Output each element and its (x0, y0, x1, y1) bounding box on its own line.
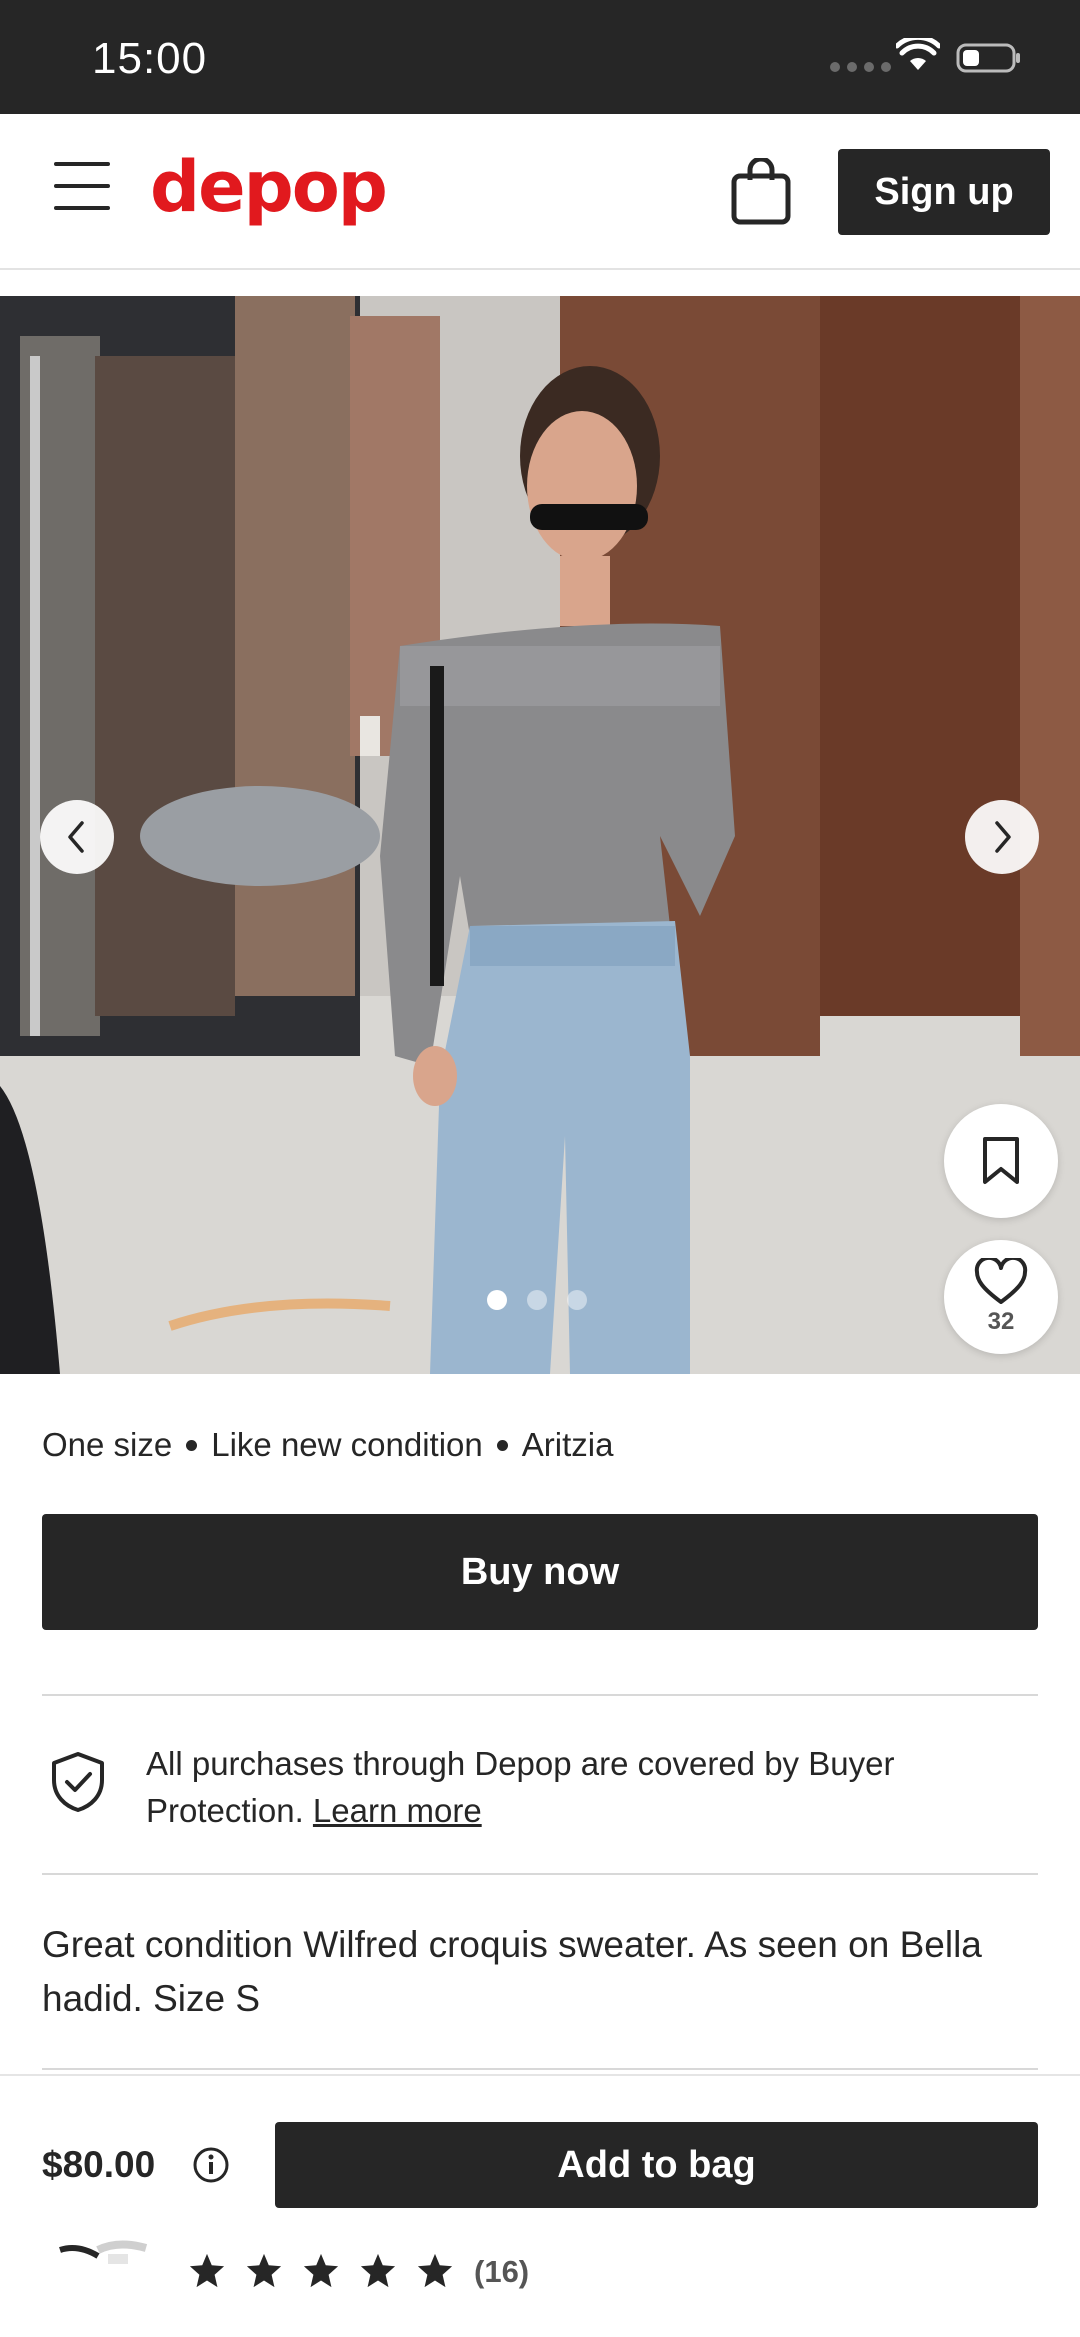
carousel-dot[interactable] (567, 1290, 587, 1310)
product-photo (0, 296, 1080, 1374)
sign-up-button[interactable]: Sign up (838, 149, 1050, 235)
protection-message: All purchases through Depop are covered … (146, 1745, 895, 1829)
star-icon (189, 2253, 225, 2288)
like-count: 32 (987, 1308, 1015, 1335)
app-header: depop Sign up (0, 114, 1080, 270)
product-attributes: One size Like new condition Aritzia (42, 1426, 613, 1464)
star-icon (303, 2253, 339, 2288)
bookmark-icon (983, 1137, 1019, 1184)
divider (42, 1873, 1038, 1875)
shield-check-icon (52, 1752, 104, 1812)
hamburger-menu-icon[interactable] (54, 162, 110, 210)
like-button[interactable]: 32 (944, 1240, 1058, 1354)
star-icon (246, 2253, 282, 2288)
divider (42, 1694, 1038, 1696)
shopping-bag-icon[interactable] (730, 158, 792, 226)
separator-dot (496, 1439, 508, 1451)
learn-more-link[interactable]: Learn more (313, 1792, 482, 1829)
seller-rating (188, 2252, 454, 2290)
status-bar: 15:00 (0, 0, 1080, 114)
depop-logo[interactable]: depop (150, 146, 388, 228)
save-button[interactable] (944, 1104, 1058, 1218)
signal-icon (830, 62, 891, 72)
heart-icon (974, 1258, 1028, 1304)
chevron-right-icon (995, 821, 1011, 853)
price: $80.00 (42, 2144, 156, 2185)
size-attribute: One size (42, 1426, 173, 1463)
seller-avatar[interactable] (58, 2240, 148, 2280)
carousel-pagination[interactable] (487, 1290, 587, 1310)
purchase-bar: $80.00 Add to bag (16) (0, 2074, 1080, 2337)
buy-now-button[interactable]: Buy now (42, 1514, 1038, 1630)
separator-dot (186, 1439, 198, 1451)
product-description: Great condition Wilfred croquis sweater.… (42, 1924, 982, 2019)
previous-image-button[interactable] (40, 800, 114, 874)
carousel-dot[interactable] (487, 1290, 507, 1310)
info-icon[interactable] (192, 2146, 230, 2184)
carousel-dot[interactable] (527, 1290, 547, 1310)
next-image-button[interactable] (965, 800, 1039, 874)
condition-attribute: Like new condition (211, 1426, 483, 1463)
divider (42, 2068, 1038, 2070)
wifi-icon (896, 38, 940, 70)
add-to-bag-button[interactable]: Add to bag (275, 2122, 1038, 2208)
protection-text: All purchases through Depop are covered … (146, 1740, 1046, 1834)
star-icon (360, 2253, 396, 2288)
chevron-left-icon (68, 821, 84, 853)
status-time: 15:00 (92, 34, 208, 83)
battery-icon (956, 43, 1020, 73)
product-image-carousel[interactable]: 32 (0, 296, 1080, 1374)
review-count[interactable]: (16) (474, 2254, 529, 2290)
brand-attribute[interactable]: Aritzia (522, 1426, 614, 1464)
star-icon (417, 2253, 453, 2288)
